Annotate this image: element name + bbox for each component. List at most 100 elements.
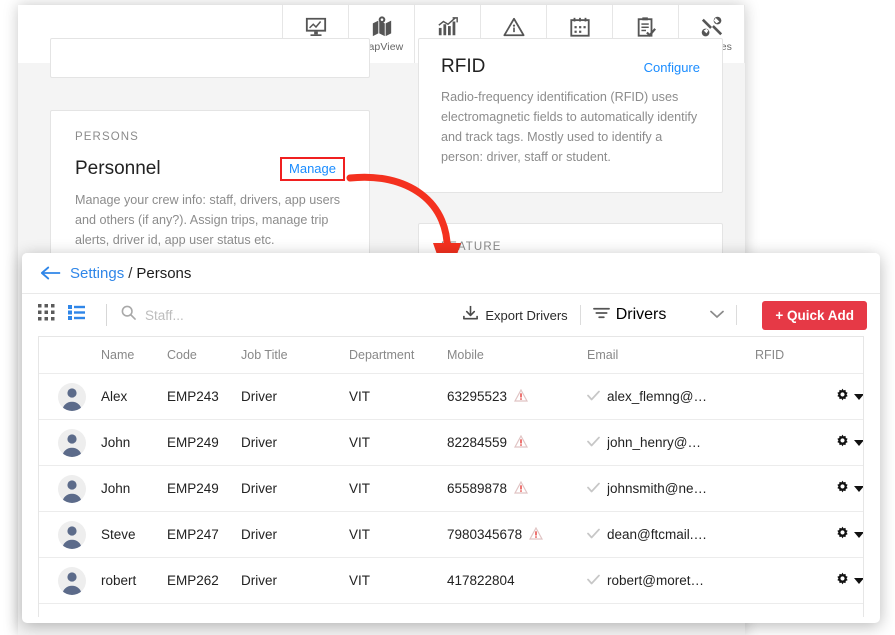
drivers-filter-dropdown[interactable]: Drivers <box>592 306 725 325</box>
grid-view-icon[interactable] <box>38 304 55 326</box>
row-actions-menu[interactable] <box>835 434 863 452</box>
cell-rfid <box>755 373 835 420</box>
warning-icon <box>514 480 529 497</box>
breadcrumb-settings[interactable]: Settings <box>70 265 124 282</box>
caret-down-icon[interactable] <box>854 577 863 584</box>
verified-check-icon <box>587 573 600 588</box>
table-row[interactable]: Alex EMP243 Driver VIT 63295523 alex_flemng@… <box>39 373 863 420</box>
cell-department: VIT <box>349 465 447 512</box>
quick-add-button[interactable]: + Quick Add <box>762 300 867 330</box>
alerts-icon <box>503 16 525 38</box>
caret-down-icon[interactable] <box>854 531 863 538</box>
cell-department: VIT <box>349 557 447 604</box>
card-eyebrow: FEATURE <box>441 241 502 253</box>
configure-link[interactable]: Configure <box>644 60 700 75</box>
row-actions-menu[interactable] <box>835 526 863 544</box>
cell-mobile: 417822804 <box>447 557 587 604</box>
table-head: Name Code Job Title Department Mobile Em… <box>39 337 863 374</box>
warning-icon <box>514 388 529 405</box>
col-rfid: RFID <box>755 337 835 374</box>
cell-job-title: Driver <box>241 557 349 604</box>
list-view-icon[interactable] <box>68 305 85 325</box>
row-actions-menu[interactable] <box>835 388 863 406</box>
back-arrow-icon[interactable] <box>40 265 62 281</box>
cell-actions[interactable] <box>835 465 863 512</box>
cell-rfid <box>755 465 835 512</box>
cell-actions[interactable] <box>835 373 863 420</box>
person-avatar-icon <box>58 474 86 503</box>
cell-rfid <box>755 557 835 604</box>
caret-down-icon[interactable] <box>854 393 863 400</box>
col-actions <box>835 337 863 374</box>
cell-actions[interactable] <box>835 511 863 558</box>
modal-toolbar: Export Drivers Drivers + Quick Add <box>22 294 880 336</box>
caret-down-icon[interactable] <box>854 439 863 446</box>
cell-email: john_henry@… <box>587 419 755 466</box>
export-drivers-button[interactable]: Export Drivers <box>462 305 568 325</box>
cell-mobile: 7980345678 <box>447 511 587 558</box>
person-avatar-icon <box>58 566 86 595</box>
cell-job-title: Driver <box>241 373 349 420</box>
col-email: Email <box>587 337 755 374</box>
cell-job-title: Driver <box>241 419 349 466</box>
warning-icon <box>514 434 529 451</box>
cell-email: johnsmith@ne… <box>587 465 755 512</box>
cell-email: dean@ftcmail.… <box>587 511 755 558</box>
cell-actions[interactable] <box>835 557 863 604</box>
persons-table: Name Code Job Title Department Mobile Em… <box>39 337 863 604</box>
cell-actions[interactable] <box>835 419 863 466</box>
chevron-down-icon <box>710 306 725 324</box>
cell-avatar <box>39 419 101 466</box>
breadcrumb-current: Persons <box>136 264 192 282</box>
cell-avatar <box>39 465 101 512</box>
gear-icon[interactable] <box>835 480 850 498</box>
cell-code: EMP247 <box>167 511 241 558</box>
table-row[interactable]: John EMP249 Driver VIT 65589878 johnsmith@ne… <box>39 465 863 512</box>
cell-name: John <box>101 419 167 466</box>
search-icon <box>121 305 136 325</box>
verified-check-icon <box>587 435 600 450</box>
persons-modal: Settings / Persons Staff... Export Drive… <box>22 253 880 623</box>
person-avatar-icon <box>58 382 86 411</box>
cell-rfid <box>755 419 835 466</box>
cell-name: robert <box>101 557 167 604</box>
filter-label: Drivers <box>615 306 667 323</box>
mobile-value: 82284559 <box>447 435 508 450</box>
caret-down-icon[interactable] <box>854 485 863 492</box>
table-row[interactable]: robert EMP262 Driver VIT 417822804 robert@mor… <box>39 557 863 604</box>
cell-job-title: Driver <box>241 511 349 558</box>
table-body: Alex EMP243 Driver VIT 63295523 alex_flemng@…… <box>39 373 863 604</box>
cell-code: EMP262 <box>167 557 241 604</box>
search-input[interactable] <box>143 306 327 324</box>
cell-name: Alex <box>101 373 167 420</box>
row-actions-menu[interactable] <box>835 480 863 498</box>
table-row[interactable]: John EMP249 Driver VIT 82284559 john_henry@… <box>39 419 863 466</box>
toolbar-divider <box>579 305 581 325</box>
cell-avatar <box>39 557 101 604</box>
col-department: Department <box>349 337 447 374</box>
cell-name: Steve <box>101 511 167 558</box>
row-actions-menu[interactable] <box>835 572 863 590</box>
dashboard-icon <box>305 16 327 38</box>
mapview-icon <box>371 15 393 38</box>
cell-code: EMP249 <box>167 419 241 466</box>
gear-icon[interactable] <box>835 572 850 590</box>
cell-department: VIT <box>349 419 447 466</box>
card-rfid: RFID Configure Radio-frequency identific… <box>418 38 723 193</box>
col-name: Name <box>101 337 167 374</box>
cell-avatar <box>39 373 101 420</box>
mobile-value: 63295523 <box>447 389 508 404</box>
services-icon <box>701 16 723 38</box>
gear-icon[interactable] <box>835 434 850 452</box>
table-row[interactable]: Steve EMP247 Driver VIT 7980345678 dean@ftcma… <box>39 511 863 558</box>
manage-link[interactable]: Manage <box>280 157 345 181</box>
search-box[interactable] <box>121 305 462 325</box>
gear-icon[interactable] <box>835 388 850 406</box>
gear-icon[interactable] <box>835 526 850 544</box>
cell-code: EMP243 <box>167 373 241 420</box>
email-value: robert@moret… <box>607 573 704 588</box>
cell-email: alex_flemng@… <box>587 373 755 420</box>
cell-job-title: Driver <box>241 465 349 512</box>
email-value: alex_flemng@… <box>607 389 707 404</box>
cell-department: VIT <box>349 373 447 420</box>
